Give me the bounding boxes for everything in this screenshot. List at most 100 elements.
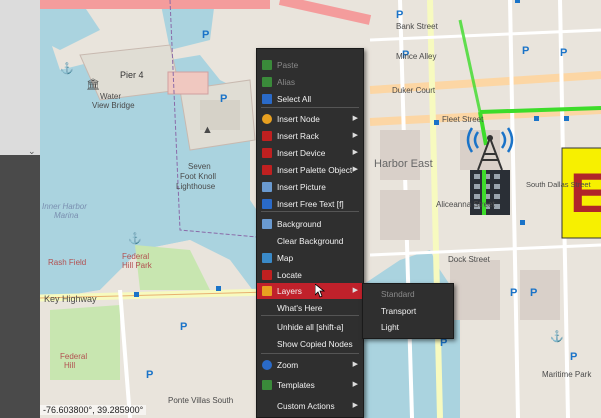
locate-icon	[262, 270, 272, 280]
menu-item-map[interactable]: Map	[257, 250, 363, 266]
menu-item-unhide-all-shift-a[interactable]: Unhide all [shift-a]	[257, 319, 363, 335]
map-label-duker-court: Duker Court	[392, 86, 436, 95]
menu-item-insert-device[interactable]: Insert Device ▶	[257, 145, 363, 161]
map-label-ponte-villas-south: Ponte Villas South	[168, 396, 234, 405]
chevron-right-icon: ▶	[352, 381, 358, 388]
menu-item-show-copied-nodes[interactable]: Show Copied Nodes	[257, 336, 363, 352]
menu-item-label: Insert Free Text [f]	[277, 199, 344, 209]
chevron-right-icon: ▶	[352, 361, 358, 368]
lighthouse-icon: ▲	[202, 124, 213, 136]
menu-item-clear-background[interactable]: Clear Background	[257, 233, 363, 249]
picture-icon	[262, 182, 272, 192]
menu-item-label: Insert Node	[277, 114, 320, 124]
menu-item-label: What's Here	[277, 303, 323, 313]
layer-option-label: Standard	[381, 289, 415, 299]
svg-text:P: P	[570, 351, 577, 363]
menu-item-label: Paste	[277, 60, 299, 70]
map-label-seven: Seven	[188, 162, 211, 171]
chevron-right-icon: ▶	[352, 115, 358, 122]
chevron-right-icon: ▶	[352, 287, 358, 294]
svg-text:P: P	[522, 45, 529, 57]
menu-item-label: Insert Picture	[277, 182, 326, 192]
map-label-foot-knoll: Foot Knoll	[180, 172, 217, 181]
svg-text:P: P	[220, 93, 227, 105]
menu-item-what-s-here[interactable]: What's Here	[257, 300, 363, 316]
menu-item-label: Clear Background	[277, 236, 344, 246]
background-icon	[262, 219, 272, 229]
menu-item-label: Locate	[277, 270, 302, 280]
menu-item-label: Map	[277, 253, 294, 263]
map-label-harbor-east: Harbor East	[374, 158, 433, 170]
map-application: ⌄ E P P P P P P P P P P P P 🏛 ▲ ⚓ ⚓ ⚓ Pi…	[0, 0, 601, 418]
menu-item-label: Layers	[277, 286, 302, 296]
anchor-icon: ⚓	[60, 63, 74, 75]
museum-icon: 🏛	[86, 79, 100, 91]
map-label-bank-street: Bank Street	[396, 22, 438, 31]
menu-item-insert-rack[interactable]: Insert Rack ▶	[257, 128, 363, 144]
map-label-federal-hill-park-2: Hill Park	[122, 261, 152, 270]
map-label-fleet-street: Fleet Street	[442, 115, 484, 124]
menu-item-label: Insert Device	[277, 148, 326, 158]
map-label-mince-alley: Mince Alley	[396, 52, 437, 61]
map-label-marina: Marina	[54, 211, 79, 220]
menu-item-label: Templates	[277, 380, 315, 390]
paste-icon	[262, 60, 272, 70]
map-label-federal-hill-park-1: Federal	[122, 252, 150, 261]
menu-item-insert-palette-object[interactable]: Insert Palette Object ▶	[257, 162, 363, 178]
coordinates-readout: -76.603800°, 39.285900°	[40, 405, 147, 415]
svg-text:P: P	[202, 29, 209, 41]
chevron-right-icon: ▶	[352, 149, 358, 156]
mouse-cursor-icon	[315, 284, 325, 298]
menu-item-label: Insert Rack	[277, 131, 319, 141]
menu-item-label: Background	[277, 219, 322, 229]
menu-item-label: Insert Palette Object	[277, 165, 353, 175]
svg-text:P: P	[396, 9, 403, 21]
map-label-pier4: Pier 4	[120, 70, 144, 80]
device-icon	[262, 148, 272, 158]
map-label-key-highway: Key Highway	[44, 294, 97, 304]
menu-item-insert-node[interactable]: Insert Node ▶	[257, 111, 363, 127]
menu-item-label: Select All	[277, 94, 312, 104]
menu-item-label: Custom Actions	[277, 401, 335, 411]
menu-item-layers[interactable]: Layers ▶	[257, 283, 363, 299]
menu-item-label: Show Copied Nodes	[277, 339, 353, 349]
layer-option-standard: Standard	[363, 286, 453, 302]
map-label-south-dallas-street: South Dallas Street	[526, 180, 591, 189]
menu-item-zoom[interactable]: Zoom ▶	[257, 357, 363, 373]
layers-submenu: Standard Transport Light	[362, 283, 454, 339]
chevron-down-icon[interactable]: ⌄	[28, 146, 36, 157]
map-label-hill: Hill	[64, 361, 76, 370]
map-label-maritime-park: Maritime Park	[542, 370, 592, 379]
menu-separator	[261, 315, 359, 316]
menu-separator	[261, 107, 359, 108]
menu-item-label: Alias	[277, 77, 295, 87]
anchor-icon: ⚓	[550, 331, 564, 343]
layer-option-light[interactable]: Light	[363, 319, 453, 335]
svg-text:P: P	[180, 321, 187, 333]
chevron-right-icon: ▶	[352, 132, 358, 139]
banner-letter: E	[570, 161, 601, 224]
menu-item-insert-picture[interactable]: Insert Picture	[257, 179, 363, 195]
templates-icon	[262, 380, 272, 390]
map-label-inner-harbor: Inner Harbor	[42, 202, 87, 211]
menu-item-alias: Alias	[257, 74, 363, 90]
side-panel	[0, 0, 41, 155]
menu-item-background[interactable]: Background	[257, 216, 363, 232]
chevron-right-icon: ▶	[352, 402, 358, 409]
text-icon	[262, 199, 272, 209]
node-icon	[262, 114, 272, 124]
menu-item-select-all[interactable]: Select All	[257, 91, 363, 107]
menu-item-insert-free-text-f[interactable]: Insert Free Text [f]	[257, 196, 363, 212]
layer-option-transport[interactable]: Transport	[363, 303, 453, 319]
svg-text:P: P	[560, 47, 567, 59]
menu-item-templates[interactable]: Templates ▶	[257, 377, 363, 393]
menu-separator	[261, 353, 359, 354]
palette-icon	[262, 165, 272, 175]
map-label-lighthouse: Lighthouse	[176, 182, 216, 191]
map-icon	[262, 253, 272, 263]
svg-text:P: P	[146, 369, 153, 381]
layer-option-label: Light	[381, 322, 399, 332]
menu-item-custom-actions[interactable]: Custom Actions ▶	[257, 398, 363, 414]
left-panel: ⌄	[0, 0, 41, 418]
menu-item-locate[interactable]: Locate	[257, 267, 363, 283]
